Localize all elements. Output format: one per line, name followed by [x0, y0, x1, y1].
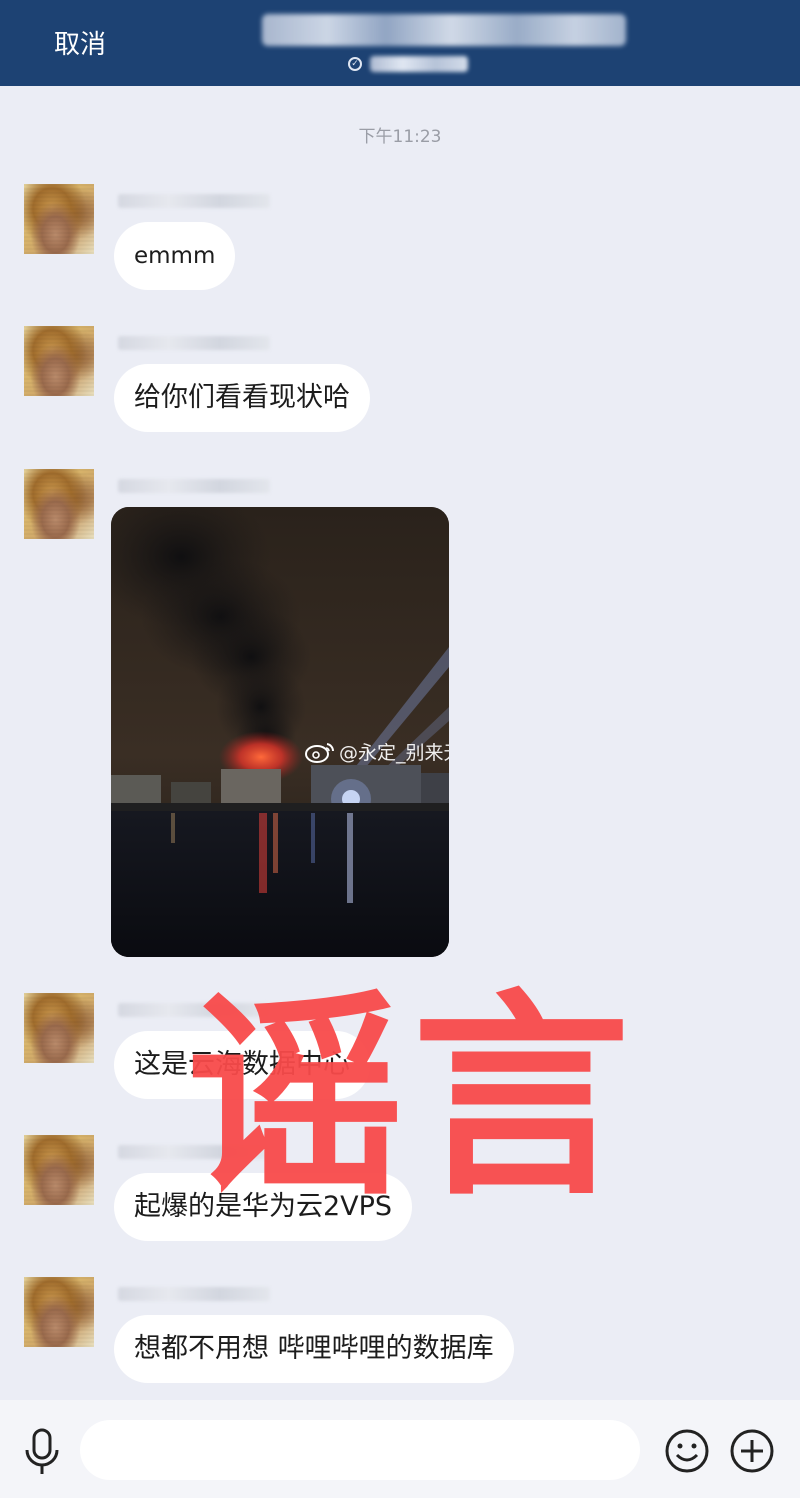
sender-name-blurred: [118, 1287, 270, 1301]
photo-watermark: @永定_别来无恙: [305, 738, 449, 765]
message-bubble[interactable]: 想都不用想 哔哩哔哩的数据库: [114, 1315, 514, 1383]
composer-bar: [0, 1400, 800, 1498]
watermark-text: @永定_别来无恙: [339, 742, 449, 764]
verified-icon: ✓: [348, 57, 362, 71]
sender-name-blurred: [118, 1145, 270, 1159]
cancel-button[interactable]: 取消: [54, 24, 106, 61]
avatar[interactable]: [24, 1277, 94, 1347]
message-bubble[interactable]: 给你们看看现状哈: [114, 364, 370, 432]
sender-name-blurred: [118, 479, 270, 493]
weibo-icon: [305, 742, 335, 763]
plus-icon[interactable]: [729, 1428, 775, 1474]
message-bubble[interactable]: 起爆的是华为云2VPS: [114, 1173, 413, 1241]
avatar[interactable]: [24, 1135, 94, 1205]
avatar[interactable]: [24, 469, 94, 539]
chat-subtitle: ✓: [348, 54, 468, 74]
avatar[interactable]: [24, 993, 94, 1063]
message-bubble[interactable]: emmm: [114, 222, 236, 290]
message-timestamp: 下午11:23: [358, 127, 442, 147]
image-message[interactable]: @永定_别来无恙: [111, 507, 449, 957]
sender-name-blurred: [118, 1003, 270, 1017]
header-bar: 取消 ✓: [0, 0, 800, 86]
microphone-icon[interactable]: [22, 1428, 62, 1476]
avatar[interactable]: [24, 326, 94, 396]
avatar[interactable]: [24, 184, 94, 254]
subtitle-blurred: [370, 56, 468, 72]
sender-name-blurred: [118, 194, 270, 208]
sender-name-blurred: [118, 336, 270, 350]
chat-title-blurred: [262, 14, 626, 46]
message-input[interactable]: [80, 1420, 640, 1480]
fire-photo: [111, 507, 449, 957]
message-bubble[interactable]: 这是云海数据中心: [114, 1031, 370, 1099]
emoji-icon[interactable]: [664, 1428, 710, 1474]
